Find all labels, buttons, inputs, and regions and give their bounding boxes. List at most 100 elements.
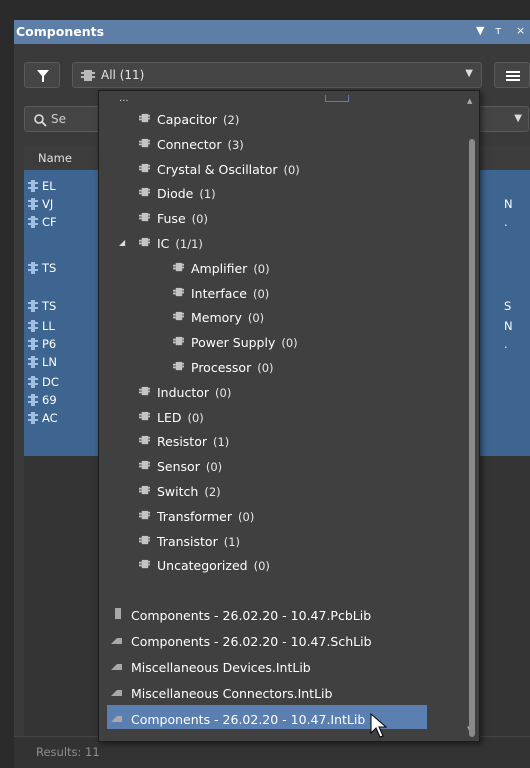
category-combo[interactable]: All (11) ▼ [72, 62, 482, 88]
category-item[interactable]: Memory (0) [99, 307, 459, 329]
category-count: (0) [191, 212, 208, 227]
row-value: . [504, 215, 508, 229]
category-item[interactable]: Processor (0) [99, 357, 459, 379]
library-item-label: Components - 26.02.20 - 10.47.IntLib [131, 712, 366, 727]
category-item-label: Interface (0) [191, 286, 269, 301]
intlib-icon [111, 716, 122, 722]
row-name: AC [42, 411, 58, 425]
component-icon [28, 356, 38, 368]
pcblib-icon [115, 608, 121, 619]
category-count: (0) [281, 336, 298, 351]
category-name: Memory [191, 310, 242, 326]
expand-triangle-icon[interactable]: ◢ [119, 238, 125, 247]
category-item-label: Crystal & Oscillator (0) [157, 162, 300, 177]
library-item-label: Miscellaneous Devices.IntLib [131, 660, 311, 675]
category-item[interactable]: Resistor (1) [99, 431, 459, 453]
category-name: LED [157, 409, 182, 425]
category-item[interactable]: Fuse (0) [99, 208, 459, 230]
category-item[interactable]: Power Supply (0) [99, 332, 459, 354]
scroll-up-icon[interactable]: ▲ [467, 97, 472, 105]
category-item[interactable]: Switch (2) [99, 481, 459, 503]
library-item[interactable]: Components - 26.02.20 - 10.47.PcbLib [99, 605, 439, 627]
pin-icon[interactable]: ᴛ [495, 24, 501, 37]
panel-title-bar: Components ▼ ᴛ × [14, 20, 530, 44]
library-item[interactable]: Components - 26.02.20 - 10.47.SchLib [99, 631, 439, 653]
panel-menu-button[interactable] [494, 62, 530, 88]
library-item[interactable]: Miscellaneous Devices.IntLib [99, 657, 439, 679]
component-chip-icon [173, 287, 184, 296]
category-item-label: IC (1/1) [157, 236, 203, 251]
category-item[interactable]: Crystal & Oscillator (0) [99, 159, 459, 181]
library-item-label: Miscellaneous Connectors.IntLib [131, 686, 333, 701]
category-item-label: Fuse (0) [157, 211, 208, 226]
row-name: VJ [42, 197, 54, 211]
row-value: N [504, 197, 513, 211]
filter-button[interactable] [24, 62, 60, 88]
intlib-icon [111, 664, 122, 670]
category-name: Resistor [157, 434, 207, 450]
search-input[interactable]: Se [51, 112, 66, 126]
filter-icon [37, 70, 49, 82]
category-item-label: Processor (0) [191, 360, 274, 375]
library-item[interactable]: Miscellaneous Connectors.IntLib [99, 683, 439, 705]
category-item[interactable]: LED (0) [99, 407, 459, 429]
category-count: (2) [204, 485, 221, 499]
search-dropdown-arrow-icon[interactable]: ▼ [514, 113, 522, 124]
panel-menu-arrow-icon[interactable]: ▼ [476, 24, 484, 37]
category-item[interactable]: ◢ IC (1/1) [99, 233, 459, 255]
component-chip-icon [139, 461, 150, 470]
category-item[interactable]: Interface (0) [99, 283, 459, 305]
category-item-label: Capacitor (2) [157, 112, 239, 127]
schlib-icon [111, 638, 122, 644]
category-item[interactable]: Connector (3) [99, 134, 459, 156]
category-name: Power Supply [191, 335, 276, 351]
category-name: Sensor [157, 459, 200, 475]
category-count: (2) [223, 113, 240, 127]
category-item[interactable]: Transformer (0) [99, 506, 459, 528]
component-chip-icon [139, 560, 150, 569]
category-item[interactable]: Uncategorized (0) [99, 555, 459, 577]
component-icon [28, 180, 38, 192]
intlib-icon [111, 690, 122, 696]
library-item-label: Components - 26.02.20 - 10.47.SchLib [131, 634, 372, 649]
component-icon [28, 300, 38, 312]
close-icon[interactable]: × [516, 24, 525, 37]
category-item-label: Resistor (1) [157, 434, 229, 449]
category-dropdown-list[interactable]: ... Capacitor (2) Connector (3) Crystal & … [98, 90, 480, 742]
category-count: (0) [247, 311, 265, 326]
category-count: (0) [238, 509, 255, 524]
category-item-label: Diode (1) [157, 186, 216, 201]
category-item[interactable]: Inductor (0) [99, 382, 459, 404]
row-name: CF [42, 215, 57, 229]
category-item[interactable]: Capacitor (2) [99, 109, 459, 131]
component-chip-icon [139, 510, 150, 519]
row-name: DC [42, 375, 59, 389]
category-name: Capacitor [157, 112, 218, 127]
row-name: P6 [42, 337, 57, 351]
category-count: (0) [252, 286, 270, 301]
category-count: (0) [257, 361, 274, 375]
category-count: (1/1) [175, 237, 203, 251]
category-item[interactable]: Amplifier (0) [99, 258, 459, 280]
category-item[interactable]: Diode (1) [99, 183, 459, 205]
category-item[interactable]: Sensor (0) [99, 456, 459, 478]
category-item[interactable]: Transistor (1) [99, 531, 459, 553]
scrollbar-thumb[interactable] [469, 139, 475, 737]
component-chip-icon [139, 535, 150, 544]
component-icon [28, 198, 38, 210]
component-icon [28, 412, 38, 424]
row-name: 69 [42, 393, 57, 407]
mouse-cursor-icon [370, 713, 388, 738]
column-header-name[interactable]: Name [38, 151, 72, 165]
component-icon [28, 216, 38, 228]
category-count: (0) [253, 261, 270, 276]
component-chip-icon [173, 337, 184, 346]
hamburger-menu-icon [506, 71, 520, 81]
category-name: IC [157, 236, 170, 251]
component-chip-icon [139, 436, 150, 445]
category-name: Connector [157, 136, 222, 152]
component-icon [28, 320, 38, 332]
row-name: LL [42, 319, 55, 333]
category-name: Switch [157, 484, 199, 499]
row-value: N [504, 319, 513, 333]
